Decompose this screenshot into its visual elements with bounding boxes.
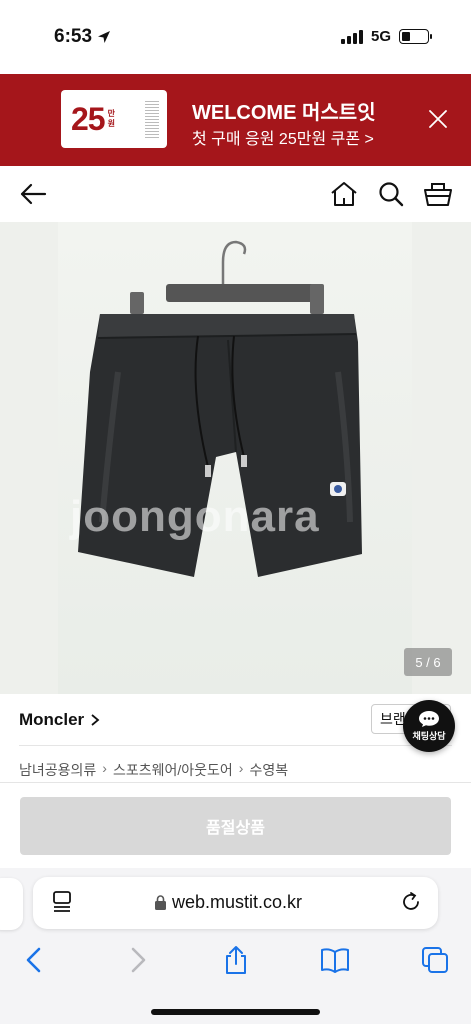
brand-row: Moncler 브랜 [0,694,471,746]
coupon-amount: 25 [71,100,106,137]
product-image-gallery[interactable]: joongonara 5 / 6 [0,222,471,694]
reload-icon[interactable] [400,891,422,913]
url-text: web.mustit.co.kr [172,892,303,912]
back-icon[interactable] [20,945,50,975]
purchase-bar: 품절상품 [0,782,471,868]
breadcrumb-item[interactable]: 스포츠웨어/아웃도어 [113,760,233,780]
coupon-unit-top: 만 [107,109,115,118]
coupon-unit-bottom: 원 [107,119,115,128]
promo-subtitle[interactable]: 첫 구매 응원 25만원 쿠폰 > [192,125,374,149]
home-icon[interactable] [329,180,359,208]
clock-text: 6:53 [54,26,93,47]
close-icon[interactable] [427,108,449,130]
watermark: joongonara [70,492,320,541]
welcome-promo-banner[interactable]: 25 만 원 WELCOME 머스트잇 첫 구매 응원 25만원 쿠폰 > [0,74,471,166]
status-indicators: 5G [340,28,432,45]
barcode-icon [145,100,159,138]
location-arrow-icon [98,31,111,43]
cellular-signal-icon [340,29,363,44]
browser-toolbar: web.mustit.co.kr [0,868,471,1024]
page-menu-icon[interactable] [51,890,73,914]
breadcrumb-separator-icon: › [102,760,107,776]
home-indicator [151,1009,320,1015]
chat-consult-button[interactable]: 채팅상담 [403,700,455,752]
network-type: 5G [370,28,391,45]
brand-link[interactable]: Moncler [19,710,100,730]
chat-bubble-icon [419,711,439,727]
coupon-graphic: 25 만 원 [61,90,167,148]
chevron-right-icon [91,714,100,726]
breadcrumb-separator-icon: › [238,760,244,776]
swim-shorts-illustration [78,240,362,577]
breadcrumb-item[interactable]: 수영복 [249,760,288,780]
status-time: 6:53 [54,26,112,48]
promo-title: WELCOME 머스트잇 [192,102,376,124]
battery-icon [399,29,432,44]
bookmarks-icon[interactable] [320,945,350,975]
coupon-unit: 만 원 [108,109,115,129]
share-icon[interactable] [221,945,251,975]
status-bar: 6:53 5G [0,0,471,74]
address-bar[interactable]: web.mustit.co.kr [33,877,438,929]
header-nav [0,166,471,222]
forward-icon[interactable] [122,945,152,975]
shopping-basket-icon[interactable] [422,178,454,208]
back-arrow-icon[interactable] [18,180,48,208]
brand-name: Moncler [19,710,85,729]
product-photo [58,222,412,694]
breadcrumb: 남녀공용의류 › 스포츠웨어/아웃도어 › 수영복 [19,760,288,780]
sold-out-button: 품절상품 [20,797,451,855]
image-counter: 5 / 6 [404,648,452,676]
tabs-icon[interactable] [420,945,450,975]
search-icon[interactable] [377,180,405,208]
chat-consult-label: 채팅상담 [412,731,446,741]
breadcrumb-item[interactable]: 남녀공용의류 [19,760,96,780]
previous-tab-peek[interactable] [0,878,23,930]
brand-shop-button-label: 브랜 [380,711,406,727]
lock-icon [155,895,166,910]
divider [19,745,452,746]
